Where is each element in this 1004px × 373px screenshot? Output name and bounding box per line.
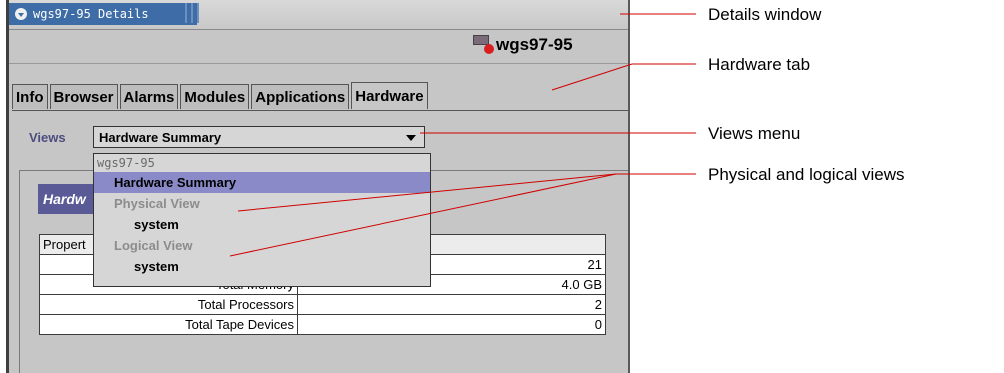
callout-physical-logical: Physical and logical views [708,165,905,184]
callout-views-menu: Views menu [708,124,801,143]
callout-line-physical [237,173,617,212]
callout-hardware-tab: Hardware tab [708,55,811,74]
callout-lines [229,13,696,257]
callout-line-hardware-tab-a [551,63,633,91]
callout-line-logical [229,173,617,257]
callout-details-window: Details window [708,5,822,24]
